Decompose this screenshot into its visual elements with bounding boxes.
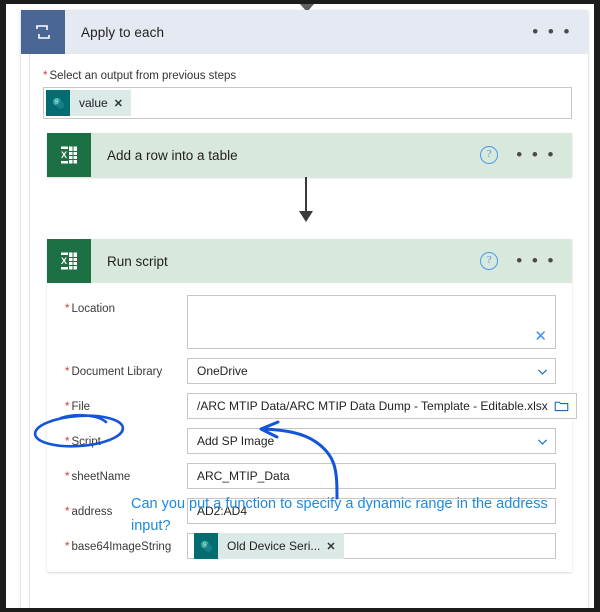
add-row-menu-button[interactable]: • • • — [516, 146, 556, 163]
required-asterisk: * — [65, 303, 70, 315]
field-row-document-library: * Document Library OneDrive — [47, 358, 572, 384]
field-row-script: * Script Add SP Image — [47, 428, 572, 454]
label-file-text: File — [71, 401, 91, 413]
label-address-text: address — [71, 506, 113, 518]
label-script: * Script — [65, 428, 187, 449]
sheetname-value: ARC_MTIP_Data — [197, 469, 290, 483]
close-icon[interactable]: ✕ — [326, 540, 335, 553]
folder-icon[interactable] — [548, 399, 576, 413]
apply-to-each-menu-button[interactable]: • • • — [532, 23, 572, 40]
required-asterisk: * — [65, 506, 70, 518]
run-script-title: Run script — [107, 253, 168, 269]
scope-rail — [29, 54, 30, 608]
old-device-token-label: Old Device Seri... — [227, 539, 321, 553]
label-file: * File — [65, 393, 187, 414]
select-output-label: * Select an output from previous steps — [43, 70, 588, 82]
action-card-add-row: X Add a row into a table ? • • • — [47, 133, 572, 177]
required-asterisk: * — [65, 471, 70, 483]
field-row-location: * Location ✕ — [47, 295, 572, 349]
close-icon[interactable]: ✕ — [114, 97, 123, 110]
location-input[interactable] — [187, 295, 556, 349]
chevron-down-icon[interactable] — [529, 435, 555, 448]
file-value: /ARC MTIP Data/ARC MTIP Data Dump - Temp… — [197, 399, 548, 413]
required-asterisk: * — [65, 436, 70, 448]
excel-icon: X — [47, 133, 91, 177]
svg-text:X: X — [61, 150, 67, 160]
select-output-label-text: Select an output from previous steps — [49, 70, 237, 82]
label-document-library: * Document Library — [65, 358, 187, 379]
document-library-value: OneDrive — [197, 364, 248, 378]
value-token[interactable]: S value ✕ — [46, 90, 131, 116]
apply-to-each-title: Apply to each — [81, 24, 165, 40]
help-icon[interactable]: ? — [480, 146, 499, 164]
svg-text:S: S — [202, 542, 206, 548]
svg-text:X: X — [61, 256, 67, 266]
chevron-down-icon[interactable] — [529, 365, 555, 378]
value-token-label: value — [79, 96, 108, 110]
document-library-dropdown[interactable]: OneDrive — [187, 358, 556, 384]
screenshot-frame: Apply to each • • • * Select an output fr… — [6, 4, 594, 608]
required-asterisk: * — [65, 366, 70, 378]
add-row-header[interactable]: X Add a row into a table ? • • • — [47, 133, 572, 177]
run-script-header[interactable]: X Run script ? • • • — [47, 239, 572, 283]
clear-icon[interactable]: ✕ — [534, 329, 547, 344]
connector-arrow — [47, 177, 594, 225]
label-sheetname-text: sheetName — [71, 471, 131, 483]
select-output-input[interactable]: S value ✕ — [43, 87, 572, 119]
label-location-text: Location — [71, 303, 115, 315]
script-value: Add SP Image — [197, 434, 275, 448]
script-dropdown[interactable]: Add SP Image — [187, 428, 556, 454]
run-script-menu-button[interactable]: • • • — [516, 252, 556, 269]
flow-designer-canvas: Apply to each • • • * Select an output fr… — [6, 4, 594, 608]
file-input[interactable]: /ARC MTIP Data/ARC MTIP Data Dump - Temp… — [187, 393, 577, 419]
label-document-library-text: Document Library — [71, 366, 163, 378]
label-base64imagestring-text: base64ImageString — [71, 541, 172, 553]
svg-text:S: S — [54, 99, 58, 105]
loop-icon — [21, 10, 65, 54]
required-asterisk: * — [43, 70, 48, 82]
field-row-file: * File /ARC MTIP Data/ARC MTIP Data Dump … — [47, 393, 577, 419]
excel-icon: X — [47, 239, 91, 283]
annotation-question-text: Can you put a function to specify a dyna… — [131, 496, 548, 534]
field-row-sheetname: * sheetName ARC_MTIP_Data — [47, 463, 572, 489]
label-script-text: Script — [71, 436, 101, 448]
help-icon[interactable]: ? — [480, 252, 499, 270]
required-asterisk: * — [65, 401, 70, 413]
sheetname-input[interactable]: ARC_MTIP_Data — [187, 463, 556, 489]
required-asterisk: * — [65, 541, 70, 553]
label-location: * Location — [65, 295, 187, 316]
sharepoint-icon: S — [46, 90, 70, 116]
apply-to-each-header[interactable]: Apply to each • • • — [21, 10, 588, 54]
label-sheetname: * sheetName — [65, 463, 187, 484]
add-row-title: Add a row into a table — [107, 147, 238, 163]
